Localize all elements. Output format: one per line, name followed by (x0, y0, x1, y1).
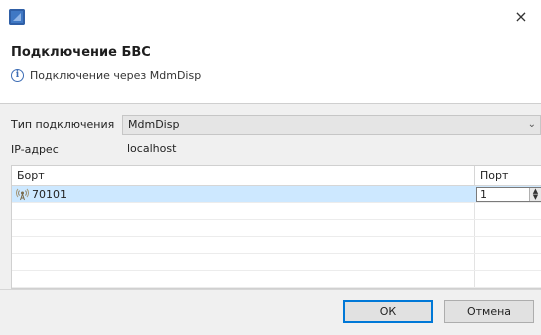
ok-button[interactable]: ОК (343, 300, 433, 323)
chevron-down-icon: ⌄ (527, 119, 536, 130)
table-row (12, 203, 541, 220)
board-cell: 70101 (16, 186, 67, 203)
table-row (12, 220, 541, 237)
title-bar: × (0, 0, 541, 38)
table-row (12, 254, 541, 271)
board-id: 70101 (32, 188, 67, 201)
port-spinner[interactable]: 1 ▲ ▼ (476, 187, 541, 202)
table-header: Борт Порт (12, 166, 541, 186)
cancel-button[interactable]: Отмена (444, 300, 534, 323)
app-icon (9, 9, 25, 25)
close-icon: × (514, 7, 528, 26)
footer-divider (0, 289, 541, 290)
info-message: i Подключение через MdmDisp (11, 69, 201, 82)
port-value: 1 (480, 188, 487, 201)
column-header-board[interactable]: Борт (12, 166, 474, 186)
dialog-title: Подключение БВС (11, 45, 151, 60)
info-text: Подключение через MdmDisp (30, 69, 202, 82)
connection-type-select[interactable]: MdmDisp ⌄ (122, 115, 541, 135)
column-header-port[interactable]: Порт (474, 166, 541, 186)
close-button[interactable]: × (501, 0, 541, 34)
table-row (12, 237, 541, 254)
table-row[interactable]: 70101 1 ▲ ▼ (12, 186, 541, 203)
ip-address-value: localhost (127, 142, 177, 155)
dialog-window: × Подключение БВС i Подключение через Md… (0, 0, 541, 335)
spin-down-icon[interactable]: ▼ (533, 193, 538, 201)
table-row (12, 271, 541, 288)
boards-table: Борт Порт 70101 1 ▲ ▼ (11, 165, 541, 289)
ip-label: IP-адрес (11, 143, 59, 156)
connection-type-value: MdmDisp (128, 118, 180, 131)
antenna-icon (16, 188, 29, 201)
connection-type-label: Тип подключения (11, 118, 115, 131)
spinner-arrows[interactable]: ▲ ▼ (529, 188, 541, 201)
info-icon: i (11, 69, 24, 82)
ip-address-field[interactable]: localhost (122, 139, 541, 159)
